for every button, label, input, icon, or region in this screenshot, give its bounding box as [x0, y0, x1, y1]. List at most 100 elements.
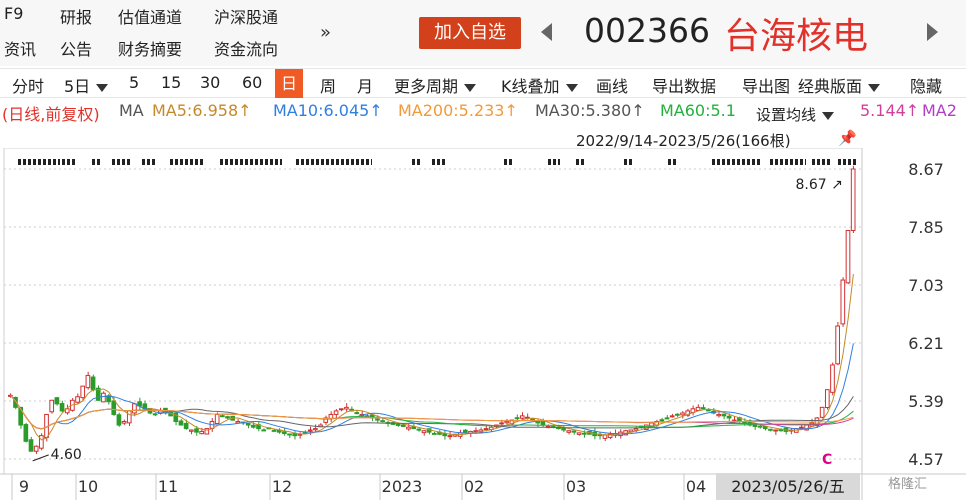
- tab-weekly[interactable]: 周: [320, 73, 336, 97]
- candle-body: [75, 396, 80, 403]
- tab-60min[interactable]: 60: [242, 73, 262, 92]
- candle-body: [499, 422, 504, 425]
- candle-body: [152, 413, 158, 416]
- candle-body: [447, 435, 453, 438]
- candle-body: [566, 430, 572, 433]
- candle-body: [840, 279, 846, 325]
- draw-line-button[interactable]: 画线: [596, 73, 628, 97]
- tab-5day-label: 5日: [64, 77, 91, 96]
- tab-5day[interactable]: 5日: [64, 73, 109, 97]
- tab-daily[interactable]: 日: [275, 69, 304, 98]
- candle-body: [282, 431, 287, 435]
- candle-body: [530, 418, 535, 421]
- candle-body: [85, 375, 91, 389]
- nav-valuation-channel[interactable]: 估值通道: [118, 4, 182, 28]
- tab-30min[interactable]: 30: [200, 73, 220, 92]
- dropdown-arrow-icon: [868, 83, 881, 92]
- tab-monthly[interactable]: 月: [357, 73, 373, 97]
- candle-body: [406, 426, 411, 430]
- candle-body: [514, 417, 520, 420]
- nav-news[interactable]: 资讯: [4, 36, 36, 60]
- tab-5min[interactable]: 5: [129, 73, 139, 92]
- more-periods-label: 更多周期: [394, 77, 459, 96]
- dropdown-arrow-icon: [822, 111, 835, 120]
- price-tick-label: 4.57: [908, 450, 944, 469]
- candle-body: [483, 428, 489, 431]
- c-marker: C: [822, 452, 833, 468]
- dropdown-arrow-icon: [464, 83, 477, 92]
- candle-body: [519, 415, 525, 419]
- candle-body: [338, 408, 344, 411]
- candle-body: [473, 430, 479, 433]
- candle-body: [235, 421, 241, 424]
- stock-code: 002366: [584, 11, 710, 50]
- candle-body: [287, 433, 292, 436]
- ma30-value: MA30:5.380↑: [535, 101, 645, 120]
- ma5-value: MA5:6.958↑: [152, 101, 252, 120]
- nav-financial-summary[interactable]: 财务摘要: [118, 36, 182, 60]
- candle-body: [214, 413, 220, 425]
- nav-hk-connect[interactable]: 沪深股通: [214, 4, 278, 28]
- hide-button[interactable]: 隐藏: [910, 73, 942, 97]
- candle-body: [121, 421, 127, 424]
- pin-icon[interactable]: 📌: [838, 129, 857, 147]
- candle-body: [28, 439, 34, 452]
- candle-body: [633, 428, 639, 431]
- nav-announcements[interactable]: 公告: [60, 36, 92, 60]
- candle-body: [581, 432, 587, 435]
- nav-f9[interactable]: F9: [4, 4, 23, 23]
- stock-name: 台海核电: [724, 16, 869, 57]
- time-tick-label: 04: [686, 477, 706, 496]
- kline-chart[interactable]: 8.67 7.85 7.03 6.21 5.39 4.57 9 10 11 12 2023 02 03 0…: [0, 148, 966, 500]
- kline-overlay-dropdown[interactable]: K线叠加: [501, 73, 578, 97]
- candle-body: [850, 168, 856, 232]
- export-data-button[interactable]: 导出数据: [652, 73, 716, 97]
- candle-body: [90, 376, 96, 391]
- prev-stock-arrow-icon[interactable]: [541, 23, 552, 41]
- candle-body: [504, 421, 510, 424]
- watermark: 格隆汇: [888, 477, 928, 492]
- candle-body: [194, 428, 199, 433]
- candle-body: [726, 415, 732, 419]
- candle-body: [23, 424, 29, 442]
- candle-body: [33, 445, 39, 452]
- candle-body: [695, 406, 701, 411]
- candle-body: [126, 410, 132, 424]
- nav-capital-flow[interactable]: 资金流向: [214, 36, 278, 60]
- candle-body: [307, 429, 313, 432]
- candle-body: [375, 418, 380, 421]
- price-tick-label: 8.67: [908, 160, 944, 179]
- candle-body: [757, 425, 763, 428]
- ma10-value: MA10:6.045↑: [273, 101, 383, 120]
- candle-body: [220, 415, 225, 418]
- export-image-button[interactable]: 导出图: [742, 73, 794, 97]
- more-nav-chevron-icon[interactable]: »: [320, 22, 331, 43]
- candle-body: [669, 415, 675, 418]
- tab-intraday[interactable]: 分时: [12, 73, 44, 97]
- more-periods-dropdown[interactable]: 更多周期: [394, 73, 477, 97]
- candle-body: [225, 416, 230, 419]
- candle-body: [700, 407, 706, 410]
- time-tick-label: 11: [158, 477, 178, 496]
- candle-body: [49, 399, 55, 413]
- candle-body: [432, 432, 437, 435]
- next-stock-arrow-icon[interactable]: [927, 23, 938, 41]
- candle-body: [835, 325, 840, 365]
- candle-body: [80, 385, 86, 399]
- layout-dropdown[interactable]: 经典版面: [798, 73, 881, 97]
- tab-15min[interactable]: 15: [161, 73, 181, 92]
- candle-body: [354, 412, 360, 415]
- candle-body: [421, 430, 427, 434]
- candle-body: [251, 424, 256, 428]
- nav-research-report[interactable]: 研报: [60, 4, 92, 28]
- ma60-value: MA60:5.1: [660, 101, 736, 120]
- candle-body: [101, 392, 106, 403]
- kline-chart-svg: 8.67 7.85 7.03 6.21 5.39 4.57 9 10 11 12 2023 02 03 0…: [0, 148, 966, 500]
- candle-body: [199, 430, 204, 435]
- candle-body: [411, 426, 416, 430]
- add-to-watchlist-button[interactable]: 加入自选: [419, 17, 521, 49]
- dropdown-arrow-icon: [96, 83, 109, 92]
- ma-settings-dropdown[interactable]: 设置均线: [748, 101, 858, 127]
- period-toolbar: 分时 5日 5 15 30 60 日 周 月 更多周期 K线叠加 画线 导出数据…: [0, 68, 966, 98]
- price-tick-label: 6.21: [908, 334, 944, 353]
